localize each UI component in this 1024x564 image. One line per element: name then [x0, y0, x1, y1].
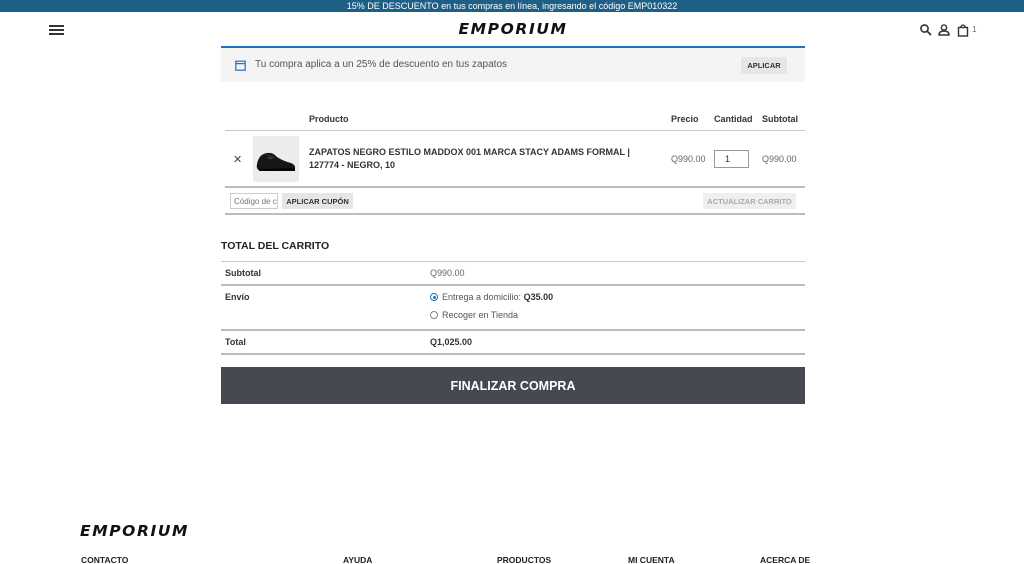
update-cart-button[interactable]: ACTUALIZAR CARRITO: [703, 193, 796, 209]
cart-totals-title: TOTAL DEL CARRITO: [221, 240, 330, 252]
checkout-button[interactable]: FINALIZAR COMPRA: [221, 367, 805, 404]
footer-link-mi-cuenta[interactable]: MI CUENTA: [628, 555, 675, 564]
cart-count-badge: 1: [972, 25, 977, 34]
shipping-option-label: Entrega a domicilio:: [442, 292, 522, 302]
total-label: Total: [225, 337, 246, 347]
site-header: EMPORIUM 1: [0, 12, 1024, 46]
column-header-price: Precio: [671, 114, 699, 124]
totals-divider: [221, 261, 805, 262]
coupon-code-input[interactable]: [230, 193, 278, 209]
site-logo[interactable]: EMPORIUM: [446, 20, 580, 38]
table-divider: [225, 130, 805, 131]
table-divider: [225, 186, 805, 188]
calendar-icon: [235, 60, 246, 71]
totals-divider: [221, 329, 805, 331]
notice-text: Tu compra aplica a un 25% de descuento e…: [255, 59, 508, 70]
footer-link-productos[interactable]: PRODUCTOS: [497, 555, 551, 564]
footer-link-contacto[interactable]: CONTACTO: [81, 555, 128, 564]
column-header-subtotal: Subtotal: [762, 114, 798, 124]
shopping-bag-icon[interactable]: [956, 23, 970, 37]
shipping-option-price: Q35.00: [523, 292, 554, 302]
shipping-option-label: Recoger en Tienda: [442, 310, 519, 320]
shoe-image: [253, 136, 299, 182]
shipping-label: Envío: [225, 292, 250, 302]
quantity-input[interactable]: [714, 150, 749, 168]
apply-discount-button[interactable]: APLICAR: [741, 57, 787, 74]
search-icon[interactable]: [919, 23, 933, 37]
product-subtotal: Q990.00: [762, 154, 797, 164]
apply-coupon-button[interactable]: APLICAR CUPÓN: [282, 193, 353, 209]
promo-text: 15% DE DESCUENTO en tus compras en línea…: [346, 1, 678, 11]
promo-bar: 15% DE DESCUENTO en tus compras en línea…: [0, 0, 1024, 12]
footer-link-acerca-de[interactable]: ACERCA DE: [760, 555, 810, 564]
footer-link-ayuda[interactable]: AYUDA: [343, 555, 372, 564]
discount-notice: Tu compra aplica a un 25% de descuento e…: [221, 46, 805, 82]
product-thumbnail[interactable]: [253, 136, 299, 182]
product-price: Q990.00: [671, 154, 706, 164]
subtotal-value: Q990.00: [430, 268, 465, 278]
radio-pickup[interactable]: [430, 311, 438, 319]
column-header-product: Producto: [309, 114, 349, 124]
account-icon[interactable]: [937, 23, 951, 37]
product-name-link[interactable]: ZAPATOS NEGRO ESTILO MADDOX 001 MARCA ST…: [309, 146, 654, 172]
subtotal-label: Subtotal: [225, 268, 261, 278]
radio-delivery[interactable]: [430, 293, 438, 301]
shipping-option-pickup[interactable]: Recoger en Tienda: [430, 310, 518, 320]
totals-divider: [221, 284, 805, 286]
totals-divider: [221, 353, 805, 355]
column-header-quantity: Cantidad: [714, 114, 753, 124]
footer-logo[interactable]: EMPORIUM: [80, 522, 189, 540]
total-value: Q1,025.00: [430, 337, 473, 347]
table-divider: [225, 213, 805, 215]
shipping-option-delivery[interactable]: Entrega a domicilio: Q35.00: [430, 292, 553, 302]
remove-item-icon[interactable]: ✕: [233, 153, 242, 166]
menu-icon[interactable]: [49, 25, 64, 35]
